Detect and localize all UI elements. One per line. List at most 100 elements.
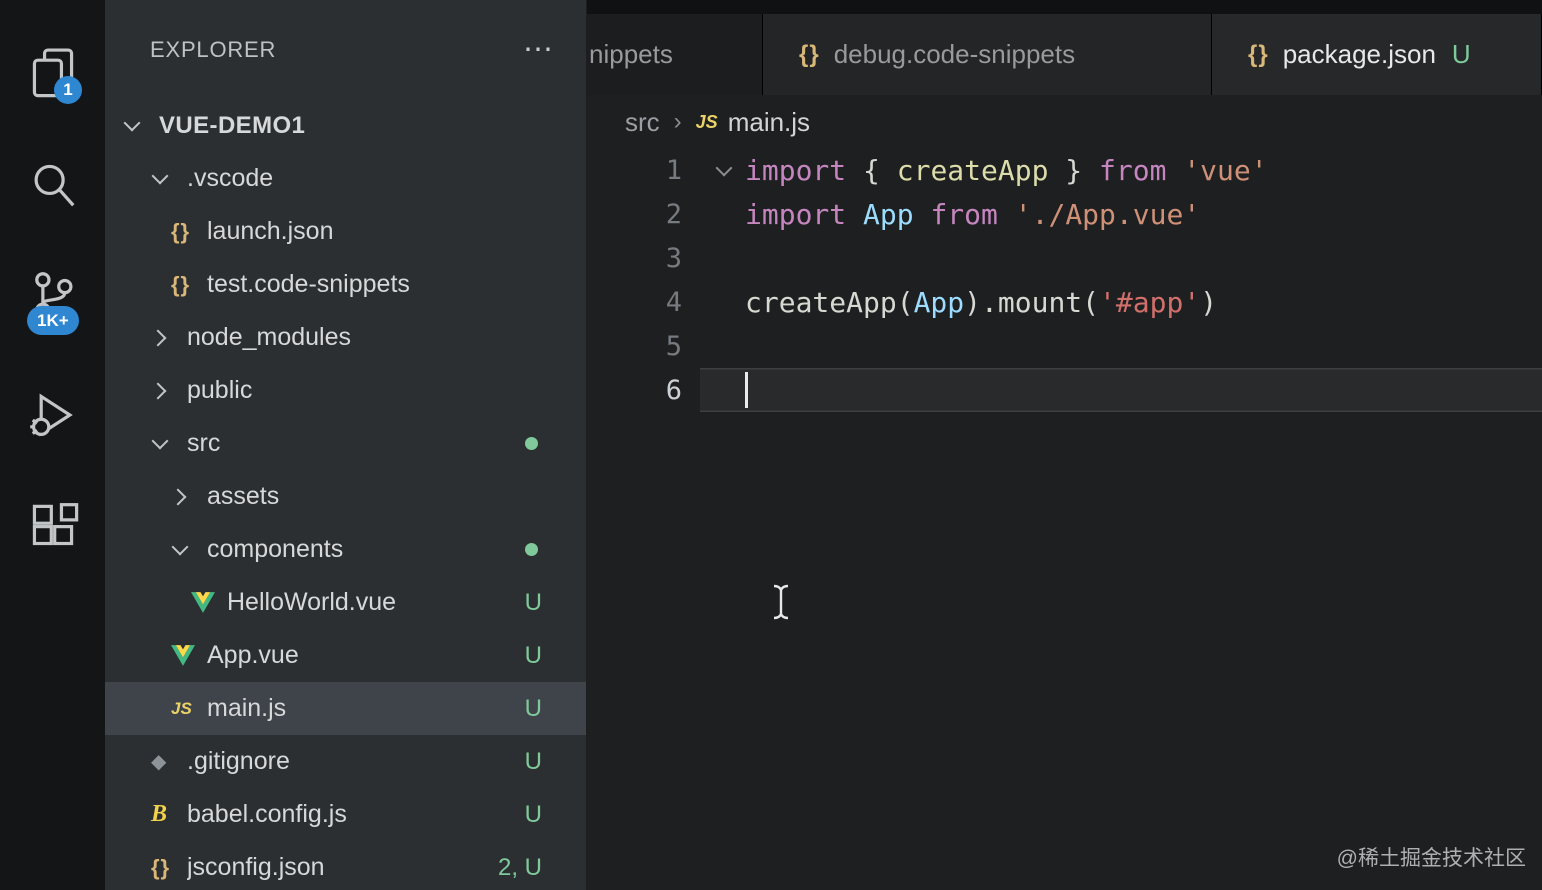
vscode-window: 1 1K+ xyxy=(0,0,1542,890)
tree-item-src[interactable]: src xyxy=(105,417,586,470)
tree-item-.gitignore[interactable]: ◆.gitignoreU xyxy=(105,735,586,788)
code-token: ( xyxy=(1082,286,1099,319)
tab-debug.code-snippets[interactable]: {}debug.code-snippets xyxy=(763,14,1212,95)
vue-icon xyxy=(191,592,215,613)
tree-item-slot xyxy=(151,385,187,397)
tab-package.json[interactable]: {}package.jsonU xyxy=(1212,14,1542,95)
js-icon: JS xyxy=(171,699,192,719)
tree-item-components[interactable]: components xyxy=(105,523,586,576)
code-token: mount xyxy=(998,286,1082,319)
code-token: from xyxy=(1099,154,1166,187)
code-line-5[interactable]: 5 xyxy=(587,324,1542,368)
git-status-badge: U xyxy=(525,642,542,670)
tree-item-slot xyxy=(151,332,187,344)
code-token: ) xyxy=(1200,286,1217,319)
tree-item-App.vue[interactable]: App.vueU xyxy=(105,629,586,682)
line-number: 6 xyxy=(587,375,700,406)
tree-item-label: public xyxy=(187,376,252,405)
code-token: from xyxy=(930,198,997,231)
fold-chevron-icon[interactable] xyxy=(716,159,733,176)
tree-item-label: .gitignore xyxy=(187,747,290,776)
code-token xyxy=(914,198,931,231)
tree-item-public[interactable]: public xyxy=(105,364,586,417)
tree-item-jsconfig.json[interactable]: {}jsconfig.json2, U xyxy=(105,841,586,890)
tree-item-slot: B xyxy=(151,801,187,828)
line-number: 3 xyxy=(587,243,700,274)
explorer-activity-button[interactable] xyxy=(0,45,105,99)
tree-item-root[interactable]: VUE-DEMO1 xyxy=(105,99,586,152)
tree-item-.vscode[interactable]: .vscode xyxy=(105,152,586,205)
editor-caret xyxy=(745,372,748,408)
code-token xyxy=(998,198,1015,231)
code-line-body: createApp(App).mount('#app') xyxy=(700,280,1542,324)
code-token: App xyxy=(863,198,914,231)
chevron-right-icon xyxy=(150,329,167,346)
chevron-right-icon xyxy=(150,382,167,399)
chevron-slot xyxy=(123,122,159,129)
line-number: 1 xyxy=(587,155,700,186)
tree-item-node_modules[interactable]: node_modules xyxy=(105,311,586,364)
tree-item-HelloWorld.vue[interactable]: HelloWorld.vueU xyxy=(105,576,586,629)
code-line-body: import { createApp } from 'vue' xyxy=(700,148,1542,192)
source-control-badge: 1K+ xyxy=(27,306,79,335)
tree-item-slot: {} xyxy=(151,855,187,881)
line-number: 2 xyxy=(587,199,700,230)
code-line-4[interactable]: 4createApp(App).mount('#app') xyxy=(587,280,1542,324)
tree-item-slot: ◆ xyxy=(151,749,187,774)
breadcrumb-segment[interactable]: main.js xyxy=(728,107,810,138)
chevron-down-icon xyxy=(172,539,189,556)
watermark: @稀土掘金技术社区 xyxy=(1337,842,1526,872)
chevron-down-icon xyxy=(152,168,169,185)
explorer-more-actions-button[interactable]: ⋯ xyxy=(523,32,556,67)
tree-item-assets[interactable]: assets xyxy=(105,470,586,523)
search-icon xyxy=(26,158,80,212)
activity-bar: 1 1K+ xyxy=(0,0,105,890)
line-number: 4 xyxy=(587,287,700,318)
code-token: App xyxy=(914,286,965,319)
code-line-body xyxy=(700,236,1542,280)
run-debug-activity-button[interactable] xyxy=(0,388,105,442)
editor-group: nippets{}debug.code-snippets{}package.js… xyxy=(587,0,1542,890)
tree-item-slot: JS xyxy=(171,699,207,719)
git-status-badge: 2, U xyxy=(498,854,542,882)
modified-dot xyxy=(525,437,538,450)
tree-item-launch.json[interactable]: {}launch.json xyxy=(105,205,586,258)
gitignore-icon: ◆ xyxy=(151,749,166,774)
line-number: 5 xyxy=(587,331,700,362)
tree-item-slot xyxy=(151,440,187,447)
code-line-1[interactable]: 1import { createApp } from 'vue' xyxy=(587,148,1542,192)
code-token xyxy=(1166,154,1183,187)
code-token: ( xyxy=(897,286,914,319)
code-line-2[interactable]: 2import App from './App.vue' xyxy=(587,192,1542,236)
extensions-activity-button[interactable] xyxy=(0,503,105,557)
tree-item-slot xyxy=(171,491,207,503)
extensions-icon xyxy=(26,503,80,557)
tree-item-test.code-snippets[interactable]: {}test.code-snippets xyxy=(105,258,586,311)
search-activity-button[interactable] xyxy=(0,158,105,212)
code-token: } xyxy=(1048,154,1099,187)
code-token: ) xyxy=(964,286,981,319)
tab-nippets[interactable]: nippets xyxy=(587,14,763,95)
tab-git-status: U xyxy=(1452,39,1471,70)
breadcrumb-segment[interactable]: src xyxy=(625,107,660,138)
code-line-body: import App from './App.vue' xyxy=(700,192,1542,236)
explorer-sidebar: EXPLORER ⋯ VUE-DEMO1 .vscode{}launch.jso… xyxy=(105,0,587,890)
tree-item-slot xyxy=(171,546,207,553)
code-area[interactable]: 1import { createApp } from 'vue'2import … xyxy=(587,148,1542,412)
tree-item-label: components xyxy=(207,535,343,564)
code-line-3[interactable]: 3 xyxy=(587,236,1542,280)
tree-item-label: test.code-snippets xyxy=(207,270,410,299)
tree-item-slot: {} xyxy=(171,272,207,298)
tree-item-slot xyxy=(171,645,207,666)
js-icon: JS xyxy=(696,112,718,133)
tree-item-slot xyxy=(191,592,227,613)
babel-icon: B xyxy=(151,801,167,828)
workspace-root-label: VUE-DEMO1 xyxy=(159,112,305,140)
code-line-body xyxy=(700,324,1542,368)
vue-icon xyxy=(171,645,195,666)
tab-label: package.json xyxy=(1283,39,1436,70)
tree-item-babel.config.js[interactable]: Bbabel.config.jsU xyxy=(105,788,586,841)
tree-item-main.js[interactable]: JSmain.jsU xyxy=(105,682,586,735)
code-line-6[interactable]: 6 xyxy=(587,368,1542,412)
code-token xyxy=(846,198,863,231)
